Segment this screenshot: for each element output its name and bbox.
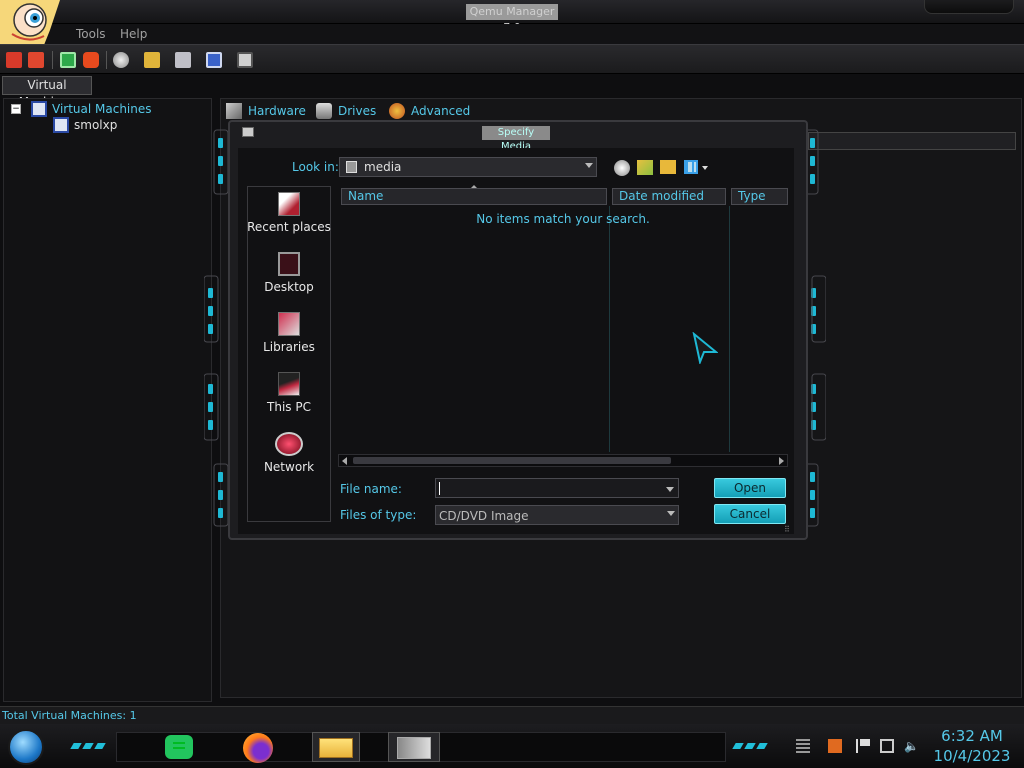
place-network[interactable]: Network [247,432,331,474]
action-center-flag-icon[interactable] [856,739,870,753]
empty-message: No items match your search. [476,212,650,226]
clock-time[interactable]: 6:32 AM [930,727,1014,745]
notes-app-icon[interactable] [160,732,198,762]
place-recent-places[interactable]: Recent places [247,192,331,234]
open-button[interactable]: Open [714,478,786,498]
stop-vm-icon[interactable] [83,52,99,68]
files-of-type-label: Files of type: [340,508,417,522]
qemu-manager-icon[interactable] [388,732,440,762]
disc-icon[interactable] [113,52,129,68]
network-icon [275,432,303,456]
look-in-dropdown[interactable]: media [339,157,597,177]
show-desktop-icon[interactable] [796,739,810,753]
dialog-system-icon[interactable] [242,127,254,137]
vm-icon [53,117,69,133]
start-button[interactable] [8,729,44,765]
taskbar-ornament [732,738,774,749]
menu-help[interactable]: Help [120,27,147,41]
cursor-icon [692,332,718,364]
column-name[interactable]: Name [341,188,607,205]
status-text: Total Virtual Machines: 1 [2,709,137,722]
file-explorer-icon[interactable] [312,732,360,762]
scroll-thumb[interactable] [353,457,671,464]
tray-app-icon[interactable] [828,739,842,753]
dialog-title: Specify Media [482,126,550,152]
view-chevron-icon[interactable] [702,166,708,170]
place-label: Recent places [247,220,331,234]
text-caret [439,482,440,495]
folder-icon [346,161,357,173]
status-bar: Total Virtual Machines: 1 [0,706,1024,724]
this-pc-icon [278,372,300,396]
desktop-icon [278,252,300,276]
volume-icon[interactable]: 🔈 [904,739,919,753]
sort-arrow-icon [471,185,477,188]
up-folder-icon[interactable] [637,160,653,175]
column-divider [729,206,730,452]
tree-root-label[interactable]: Virtual Machines [52,102,152,116]
clock-date[interactable]: 10/4/2023 [930,747,1014,765]
recent-places-icon [278,192,300,216]
place-libraries[interactable]: Libraries [247,312,331,354]
menu-tools[interactable]: Tools [76,27,106,41]
files-of-type-dropdown[interactable]: CD/DVD Image [435,505,679,525]
view-menu-icon[interactable] [684,160,698,174]
tree-item-smolxp[interactable]: smolxp [74,118,117,132]
column-divider [609,206,610,452]
save-icon[interactable] [206,52,222,68]
chevron-down-icon [667,511,675,516]
menu-bar: Tools Help [0,24,1024,44]
network-status-icon[interactable] [880,739,894,753]
chevron-down-icon[interactable] [666,487,674,492]
settings-icon[interactable] [237,52,253,68]
place-desktop[interactable]: Desktop [247,252,331,294]
open-folder-icon[interactable] [144,52,160,68]
column-header-strip [808,132,1016,150]
column-date-modified[interactable]: Date modified [612,188,726,205]
libraries-icon [278,312,300,336]
scroll-right-icon[interactable] [779,457,784,465]
look-in-value: media [364,160,402,174]
taskbar-ornament [70,738,112,749]
title-bar: Qemu Manager 7.0 [0,0,1024,34]
new-folder-icon[interactable] [660,160,676,174]
tree-collapse-icon[interactable]: − [11,104,21,114]
chevron-down-icon [585,163,593,168]
look-in-label: Look in: [292,160,339,174]
place-label: This PC [267,400,311,414]
start-vm-icon[interactable] [60,52,76,68]
vm-folder-icon [31,101,47,117]
toolbar [0,44,1024,74]
back-icon[interactable] [614,160,630,176]
toolbar-divider [106,51,107,69]
files-of-type-value: CD/DVD Image [439,509,529,523]
resize-grip-icon[interactable]: ⠿ [784,526,794,534]
file-name-input[interactable] [435,478,679,498]
place-label: Libraries [263,340,315,354]
cancel-button[interactable]: Cancel [714,504,786,524]
place-label: Network [263,460,315,474]
firefox-icon[interactable] [239,732,277,763]
tab-virtual-machines[interactable]: Virtual Machines [2,76,92,109]
column-type[interactable]: Type [731,188,788,205]
remove-vm-icon[interactable] [28,52,44,68]
scroll-left-icon[interactable] [342,457,347,465]
horizontal-scrollbar[interactable] [338,454,788,467]
add-vm-icon[interactable] [6,52,22,68]
file-name-label: File name: [340,482,402,496]
place-label: Desktop [264,280,314,294]
vm-tree-pane [3,98,212,702]
tools-icon[interactable] [175,52,191,68]
caption-buttons[interactable] [924,0,1014,14]
toolbar-divider [52,51,53,69]
window-title: Qemu Manager 7.0 [466,4,558,34]
file-list[interactable] [338,186,788,454]
place-this-pc[interactable]: This PC [247,372,331,414]
